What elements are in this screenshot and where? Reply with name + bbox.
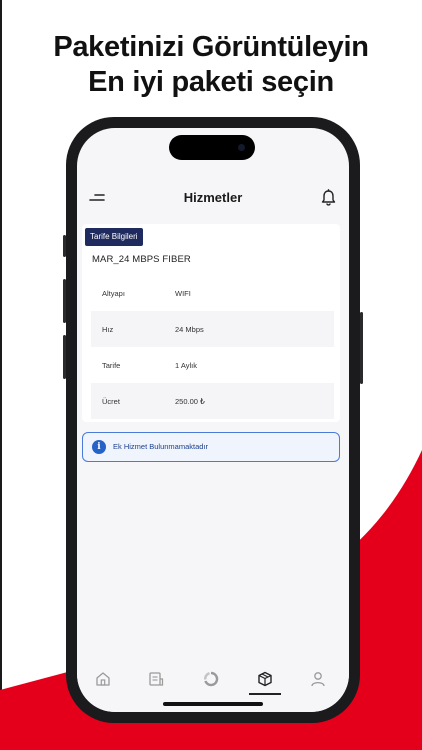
detail-row-plan: Tarife 1 Aylık — [91, 347, 334, 383]
detail-row-infrastructure: Altyapı WIFI — [91, 275, 334, 311]
no-extra-service-notice: i Ek Hizmet Bulunmamaktadır — [82, 432, 340, 462]
info-icon: i — [92, 440, 106, 454]
phone-screen: Hizmetler Tarife Bilgileri MAR_24 MBPS F… — [77, 128, 349, 712]
package-icon[interactable] — [256, 670, 274, 688]
package-name: MAR_24 MBPS FIBER — [92, 254, 191, 265]
profile-icon[interactable] — [309, 670, 327, 688]
tariff-details-list: Altyapı WIFI Hız 24 Mbps Tarife 1 Aylık … — [91, 275, 334, 419]
detail-value: 24 Mbps — [175, 324, 204, 334]
camera-icon — [238, 144, 245, 151]
headline-line-1: Paketinizi Görüntüleyin — [53, 31, 369, 63]
phone-mute-button — [63, 235, 66, 257]
tariff-card: Tarife Bilgileri MAR_24 MBPS FIBER Altya… — [82, 224, 340, 422]
headline-line-2: En iyi paketi seçin — [88, 66, 334, 98]
phone-volume-down-button — [63, 335, 66, 379]
phone-volume-up-button — [63, 279, 66, 323]
phone-frame: Hizmetler Tarife Bilgileri MAR_24 MBPS F… — [63, 117, 363, 723]
detail-row-speed: Hız 24 Mbps — [91, 311, 334, 347]
app-header: Hizmetler — [77, 178, 349, 218]
bottom-tab-bar — [77, 660, 349, 712]
promo-headline: Paketinizi Görüntüleyin En iyi paketi se… — [0, 30, 422, 100]
dynamic-island — [169, 135, 255, 160]
page-title: Hizmetler — [183, 190, 243, 205]
detail-value: 250.00 ₺ — [175, 396, 205, 406]
phone-power-button — [360, 312, 363, 384]
usage-chart-icon[interactable] — [202, 670, 220, 688]
detail-label: Altyapı — [102, 288, 125, 298]
bell-icon[interactable] — [320, 189, 337, 207]
detail-row-fee: Ücret 250.00 ₺ — [91, 383, 334, 419]
detail-label: Hız — [102, 324, 114, 334]
home-indicator — [163, 702, 263, 706]
notice-text: Ek Hizmet Bulunmamaktadır — [113, 442, 209, 451]
detail-value: WIFI — [175, 288, 191, 298]
detail-value: 1 Aylık — [175, 360, 197, 370]
home-icon[interactable] — [94, 670, 112, 688]
document-icon[interactable] — [147, 670, 165, 688]
active-tab-indicator — [249, 693, 281, 695]
detail-label: Ücret — [102, 396, 120, 406]
tariff-info-tag: Tarife Bilgileri — [85, 228, 143, 246]
detail-label: Tarife — [102, 360, 121, 370]
